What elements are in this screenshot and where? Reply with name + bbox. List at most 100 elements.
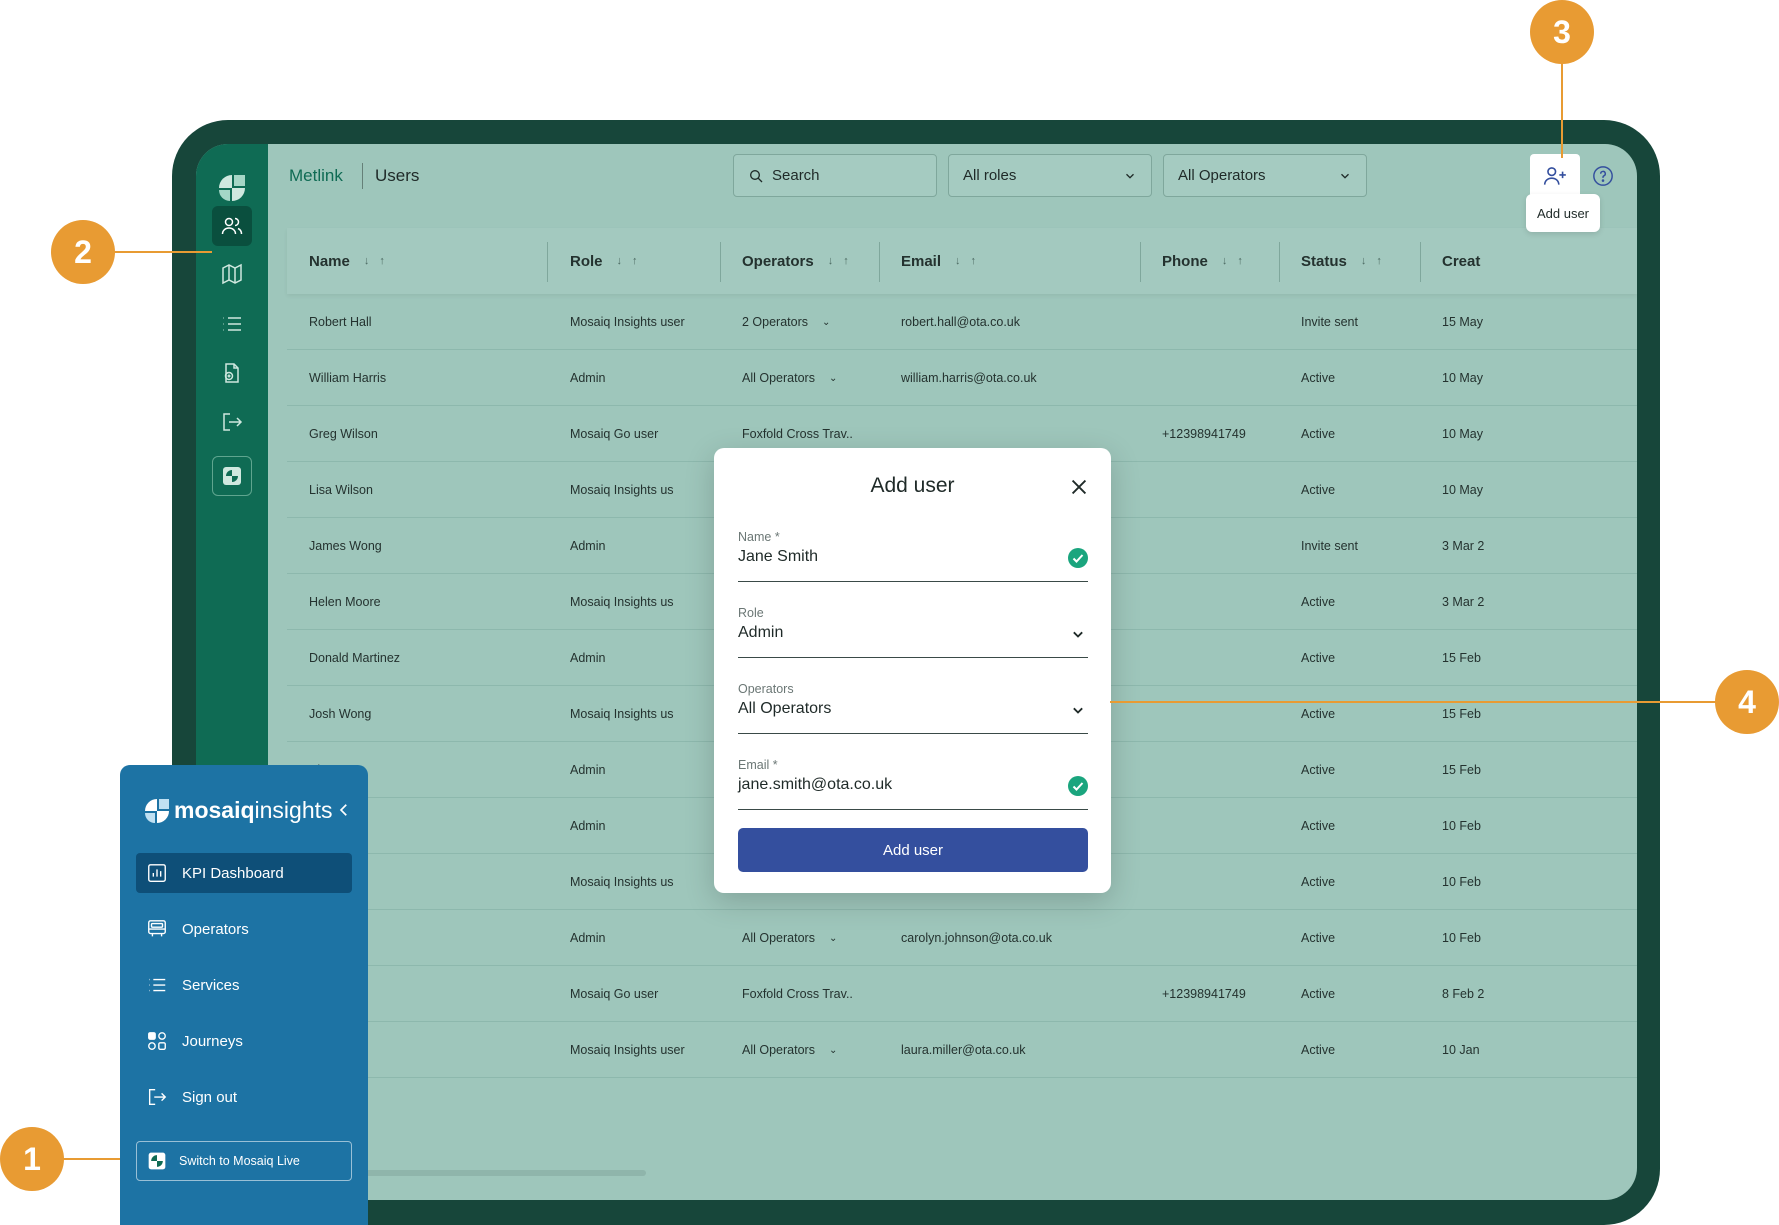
name-field[interactable]: Name * Jane Smith xyxy=(738,530,1088,582)
column-header-created[interactable]: Creat xyxy=(1442,228,1480,294)
sort-arrows-icon[interactable]: ↓↑ xyxy=(364,255,395,267)
mosaiq-logo-icon xyxy=(145,798,169,823)
column-header-name[interactable]: Name ↓↑ xyxy=(309,228,395,294)
cell-created: 15 May xyxy=(1442,294,1484,350)
cell-created-text: 3 Mar 2 xyxy=(1442,539,1484,553)
cell-phone xyxy=(1162,854,1277,910)
email-field[interactable]: Email * jane.smith@ota.co.uk xyxy=(738,758,1088,810)
rail-map-button[interactable] xyxy=(212,254,252,294)
cell-status: Active xyxy=(1301,798,1419,854)
breadcrumb-divider xyxy=(362,163,363,189)
table-row[interactable]: William Harris Admin All Operators ⌄ william… xyxy=(287,350,1637,406)
page-title: Users xyxy=(375,166,420,185)
cell-operators-text: All Operators xyxy=(742,931,815,945)
cell-phone xyxy=(1162,574,1277,630)
column-header-phone[interactable]: Phone ↓↑ xyxy=(1162,228,1253,294)
table-row[interactable]: Robert Hall Mosaiq Insights user 2 Operato… xyxy=(287,294,1637,350)
check-circle-icon xyxy=(1068,776,1088,796)
callout-3-line xyxy=(1561,64,1563,158)
breadcrumb-root[interactable]: Metlink xyxy=(289,166,343,186)
operators-select[interactable]: All Operators xyxy=(1163,154,1367,197)
switch-to-mosaiq-live-button[interactable]: Switch to Mosaiq Live xyxy=(136,1141,352,1181)
panel-item-journeys[interactable]: Journeys xyxy=(136,1021,352,1061)
cell-role: Mosaiq Go user xyxy=(570,966,720,1022)
cell-name: Donald Martinez xyxy=(309,630,549,686)
chevron-left-icon[interactable] xyxy=(335,801,353,819)
cell-status-text: Active xyxy=(1301,707,1336,721)
rail-documents-button[interactable] xyxy=(212,353,252,393)
cell-role-text: Admin xyxy=(570,371,606,385)
cell-phone xyxy=(1162,350,1277,406)
cell-name-text: Josh Wong xyxy=(309,707,372,721)
sort-arrows-icon[interactable]: ↓↑ xyxy=(617,255,648,267)
panel-item-operators[interactable]: Operators xyxy=(136,909,352,949)
search-input[interactable]: Search xyxy=(733,154,937,197)
column-header-operators[interactable]: Operators ↓↑ xyxy=(742,228,859,294)
cell-created: 15 Feb xyxy=(1442,686,1484,742)
panel-item-label: KPI Dashboard xyxy=(182,864,284,882)
sort-arrows-icon[interactable]: ↓↑ xyxy=(1222,255,1253,267)
cell-role-text: Mosaiq Go user xyxy=(570,427,659,441)
cell-created: 10 May xyxy=(1442,406,1484,462)
cell-status: Active xyxy=(1301,1022,1419,1078)
table-row[interactable]: ohnsonAdminAll Operators⌄carolyn.johnson… xyxy=(287,910,1637,966)
sort-arrows-icon[interactable]: ↓↑ xyxy=(955,255,986,267)
panel-item-services[interactable]: Services xyxy=(136,965,352,1005)
cell-operators: 2 Operators ⌄ xyxy=(742,294,877,350)
table-row[interactable]: mMosaiq Go userFoxfold Cross Trav..+1239… xyxy=(287,966,1637,1022)
cell-phone-text: +12398941749 xyxy=(1162,987,1246,1001)
cell-email-text: william.harris@ota.co.uk xyxy=(901,371,1037,385)
chevron-down-icon[interactable]: ⌄ xyxy=(829,1045,837,1056)
rail-list-button[interactable] xyxy=(212,304,252,344)
chevron-down-icon[interactable]: ⌄ xyxy=(829,373,837,384)
cell-operators: Foxfold Cross Trav.. xyxy=(742,966,877,1022)
panel-item-kpi-dashboard[interactable]: KPI Dashboard xyxy=(136,853,352,893)
submit-add-user-button[interactable]: Add user xyxy=(738,828,1088,872)
rail-switch-app-button[interactable] xyxy=(212,456,252,496)
add-user-button[interactable] xyxy=(1530,154,1580,198)
column-header-email[interactable]: Email ↓↑ xyxy=(901,228,986,294)
email-field-value: jane.smith@ota.co.uk xyxy=(738,776,893,793)
sort-arrows-icon[interactable]: ↓↑ xyxy=(828,255,859,267)
cell-role-text: Mosaiq Go user xyxy=(570,987,659,1001)
mosaiq-live-icon xyxy=(148,1152,166,1170)
cell-created-text: 15 Feb xyxy=(1442,707,1481,721)
cell-status-text: Active xyxy=(1301,819,1336,833)
operators-field-label: Operators xyxy=(738,682,794,696)
close-icon[interactable] xyxy=(1068,476,1090,498)
cell-created-text: 10 Feb xyxy=(1442,875,1481,889)
chevron-down-icon xyxy=(1073,631,1083,638)
cell-name: William Harris xyxy=(309,350,549,406)
operators-field[interactable]: Operators All Operators xyxy=(738,682,1088,734)
cell-status-text: Active xyxy=(1301,931,1336,945)
cell-phone xyxy=(1162,1022,1277,1078)
document-add-icon xyxy=(224,363,239,383)
cell-status-text: Active xyxy=(1301,987,1336,1001)
rail-users-button[interactable] xyxy=(212,206,252,246)
cell-status: Active xyxy=(1301,350,1419,406)
check-circle-icon xyxy=(1068,548,1088,568)
column-header-role[interactable]: Role ↓↑ xyxy=(570,228,648,294)
cell-created-text: 10 May xyxy=(1442,483,1483,497)
chevron-down-icon[interactable]: ⌄ xyxy=(822,317,830,328)
roles-select[interactable]: All roles xyxy=(948,154,1152,197)
metlink-logo-icon xyxy=(219,175,245,201)
cell-status-text: Active xyxy=(1301,483,1336,497)
cell-status-text: Active xyxy=(1301,1043,1336,1057)
panel-item-sign-out[interactable]: Sign out xyxy=(136,1077,352,1117)
sort-arrows-icon[interactable]: ↓↑ xyxy=(1361,255,1392,267)
help-icon[interactable] xyxy=(1592,165,1614,187)
cell-created: 10 May xyxy=(1442,350,1484,406)
column-header-status[interactable]: Status ↓↑ xyxy=(1301,228,1392,294)
cell-status-text: Invite sent xyxy=(1301,315,1358,329)
sign-out-icon xyxy=(148,1088,167,1106)
table-row[interactable]: erMosaiq Insights userAll Operators⌄laur… xyxy=(287,1022,1637,1078)
cell-phone xyxy=(1162,294,1277,350)
column-divider xyxy=(1420,242,1421,282)
chevron-down-icon[interactable]: ⌄ xyxy=(829,933,837,944)
cell-operators: All Operators ⌄ xyxy=(742,350,877,406)
role-field[interactable]: Role Admin xyxy=(738,606,1088,658)
cell-role: Admin xyxy=(570,798,720,854)
rail-sign-out-button[interactable] xyxy=(212,402,252,442)
cell-name-text: Robert Hall xyxy=(309,315,372,329)
